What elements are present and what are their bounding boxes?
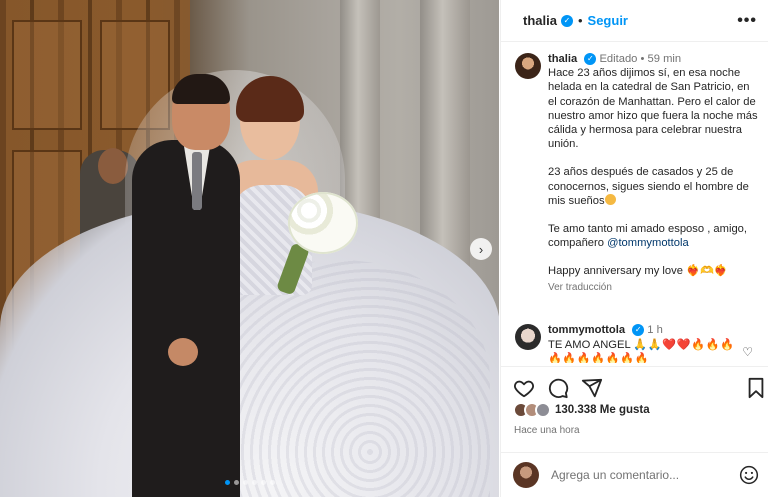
header-username[interactable]: thalia bbox=[523, 13, 557, 28]
comment-text: TE AMO ANGEL bbox=[548, 338, 631, 351]
current-user-avatar bbox=[513, 462, 539, 488]
author-avatar[interactable] bbox=[515, 53, 541, 79]
background-man-head bbox=[98, 148, 128, 184]
post-photo[interactable]: › bbox=[0, 0, 499, 497]
carousel-dot[interactable] bbox=[251, 480, 257, 485]
post-timestamp: Hace una hora bbox=[514, 425, 580, 436]
liker-avatar bbox=[535, 402, 551, 418]
commenter-avatar[interactable] bbox=[515, 324, 541, 350]
caption-paragraph-4: Happy anniversary my love ❤️‍🔥🫶❤️‍🔥 bbox=[548, 264, 758, 278]
groom-suit bbox=[132, 140, 240, 497]
bridal-bouquet bbox=[288, 192, 358, 254]
header-separator: • bbox=[577, 13, 583, 28]
groom-hand bbox=[168, 338, 198, 366]
heart-emojis: ❤️‍🔥🫶❤️‍🔥 bbox=[686, 265, 728, 278]
comments-area[interactable]: thalia ✓ Editado • 59 min Hace 23 años d… bbox=[501, 43, 768, 363]
carousel-dot[interactable] bbox=[260, 480, 266, 485]
comment-input[interactable] bbox=[551, 468, 731, 482]
comment-time: 1 h bbox=[647, 324, 663, 336]
caption-time: 59 min bbox=[647, 53, 682, 65]
comment-item: tommymottola ✓ 1 h TE AMO ANGEL 🙏🙏❤️❤️🔥🔥… bbox=[548, 323, 738, 363]
comment-composer bbox=[501, 452, 768, 497]
verified-badge-icon: ✓ bbox=[632, 324, 645, 337]
caption-username[interactable]: thalia bbox=[548, 53, 577, 65]
likes-count: 130.338 bbox=[555, 404, 597, 416]
carousel-dots bbox=[0, 480, 499, 485]
carousel-dot[interactable] bbox=[242, 480, 248, 485]
smiling-face-emoji-icon bbox=[604, 193, 616, 205]
next-image-button[interactable]: › bbox=[470, 238, 492, 260]
caption-paragraph-3: Te amo tanto mi amado esposo , amigo, co… bbox=[548, 222, 758, 250]
verified-badge-icon: ✓ bbox=[560, 14, 573, 27]
caption-paragraph-2-text: 23 años después de casados y 25 de conoc… bbox=[548, 166, 749, 207]
carousel-dot[interactable] bbox=[233, 480, 239, 485]
post-header: thalia ✓ • Seguir ••• bbox=[501, 0, 768, 42]
likes-label: Me gusta bbox=[599, 404, 650, 416]
comment-emojis-1: 🙏🙏❤️❤️🔥🔥🔥 bbox=[633, 338, 735, 351]
share-icon[interactable] bbox=[581, 377, 603, 399]
save-icon[interactable] bbox=[745, 377, 767, 399]
caption-paragraph-2: 23 años después de casados y 25 de conoc… bbox=[548, 165, 758, 208]
likes-summary[interactable]: 130.338 Me gusta bbox=[513, 402, 650, 418]
groom-tie bbox=[192, 152, 202, 210]
door-panel bbox=[12, 20, 82, 130]
heart-icon[interactable] bbox=[513, 377, 535, 399]
comment-icon[interactable] bbox=[547, 377, 569, 399]
commenter-username[interactable]: tommymottola bbox=[548, 324, 625, 336]
mention-link[interactable]: @tommymottola bbox=[607, 237, 689, 249]
more-options-icon[interactable]: ••• bbox=[737, 12, 757, 30]
see-translation-link[interactable]: Ver traducción bbox=[548, 281, 758, 295]
carousel-dot[interactable] bbox=[224, 480, 230, 485]
verified-badge-icon: ✓ bbox=[584, 53, 597, 66]
meta-dot: • bbox=[640, 53, 645, 65]
emoji-picker-icon[interactable] bbox=[739, 465, 759, 485]
caption-paragraph-4-text: Happy anniversary my love bbox=[548, 265, 683, 278]
chevron-right-icon: › bbox=[478, 241, 484, 257]
comment-emojis-2: 🔥🔥🔥🔥🔥🔥🔥 bbox=[548, 353, 650, 363]
likes-count-text: 130.338 Me gusta bbox=[555, 404, 650, 416]
like-comment-icon[interactable]: ♡ bbox=[742, 345, 753, 359]
post-caption: thalia ✓ Editado • 59 min Hace 23 años d… bbox=[548, 52, 758, 295]
edited-label: Editado bbox=[599, 53, 638, 65]
caption-paragraph-1: Hace 23 años dijimos sí, en esa noche he… bbox=[548, 67, 758, 151]
post-side-panel: thalia ✓ • Seguir ••• thalia ✓ Editado •… bbox=[500, 0, 768, 497]
carousel-dot[interactable] bbox=[269, 480, 275, 485]
follow-button[interactable]: Seguir bbox=[588, 13, 628, 28]
